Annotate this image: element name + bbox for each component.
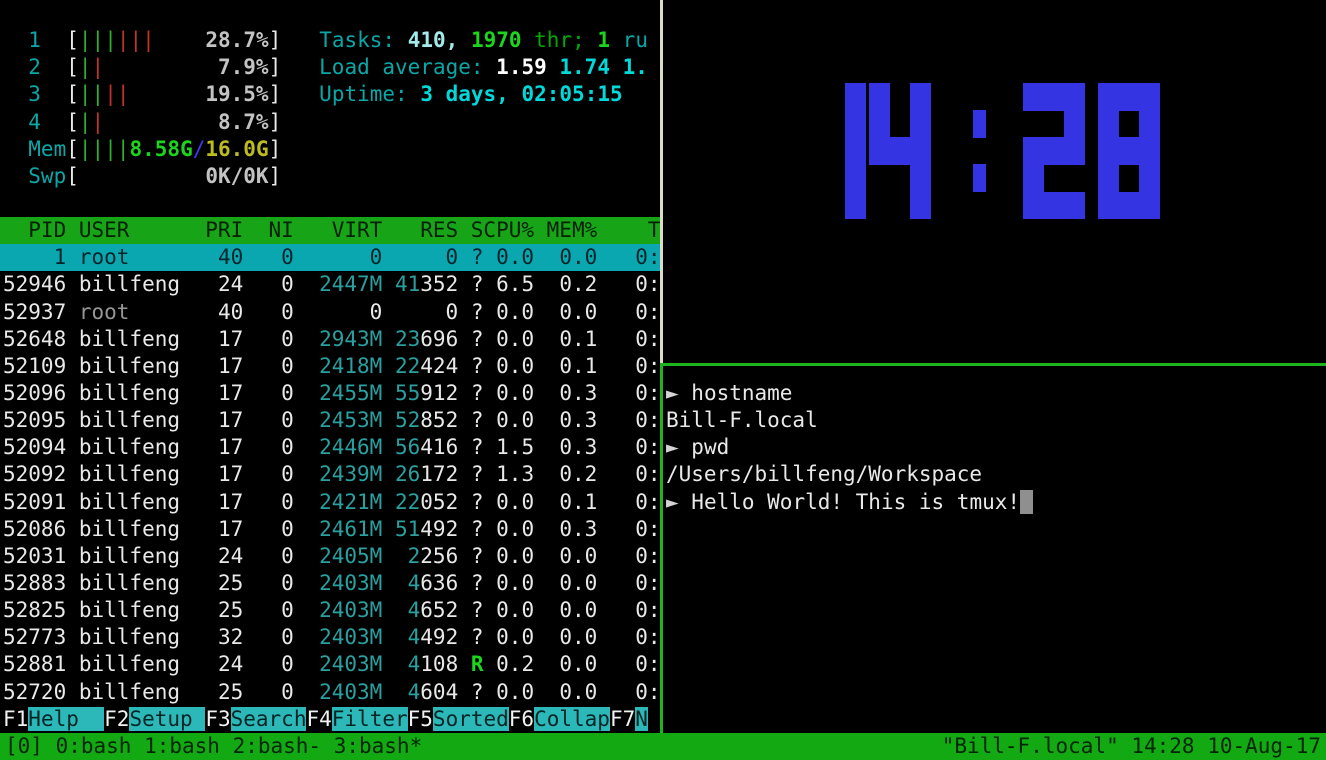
process-row-pid-52096[interactable]: 52096 billfeng 17 0 2455M 55912 ? 0.0 0.…: [0, 380, 661, 407]
shell-command-line: ► pwd: [663, 434, 729, 461]
clock-digit-block: [1023, 137, 1044, 165]
memory-meter: Mem[||||8.58G/16.0G]: [0, 136, 281, 163]
clock-digit-block: [1023, 192, 1044, 220]
clock-digit-block: [973, 164, 986, 192]
pane-border-vertical-active: [660, 363, 663, 733]
clock-digit-block: [1139, 164, 1160, 192]
clock-digit-block: [910, 192, 931, 220]
clock-digit-block: [1098, 110, 1119, 138]
clock-digit-block: [1098, 137, 1119, 165]
pane-border-horizontal-active: [663, 363, 1326, 366]
clock-digit-block: [1064, 110, 1085, 138]
clock-digit-block: [1119, 192, 1140, 220]
process-row-pid-1[interactable]: 1 root 40 0 0 0 ? 0.0 0.0 0:: [0, 244, 663, 271]
htop-fkey-bar: F1Help F2Setup F3SearchF4FilterF5SortedF…: [0, 706, 648, 733]
shell-output-line: Bill-F.local: [663, 407, 818, 434]
fkey-F6[interactable]: F6Collap: [509, 707, 610, 731]
clock-digit-block: [1139, 192, 1160, 220]
fkey-F1[interactable]: F1Help: [3, 707, 104, 731]
clock-digit-block: [1023, 83, 1044, 111]
process-row-pid-52031[interactable]: 52031 billfeng 24 0 2405M 2256 ? 0.0 0.0…: [0, 543, 661, 570]
process-row-pid-52094[interactable]: 52094 billfeng 17 0 2446M 56416 ? 1.5 0.…: [0, 434, 661, 461]
process-row-pid-52091[interactable]: 52091 billfeng 17 0 2421M 22052 ? 0.0 0.…: [0, 489, 661, 516]
clock-digit-block: [1044, 192, 1065, 220]
process-row-pid-52825[interactable]: 52825 billfeng 25 0 2403M 4652 ? 0.0 0.0…: [0, 597, 661, 624]
process-row-pid-52883[interactable]: 52883 billfeng 25 0 2403M 4636 ? 0.0 0.0…: [0, 570, 661, 597]
clock-digit-block: [1044, 137, 1065, 165]
process-row-pid-52881[interactable]: 52881 billfeng 24 0 2403M 4108 R 0.2 0.0…: [0, 651, 661, 678]
tmux-terminal-screen: 1 [|||||| 28.7%] Tasks: 410, 1970 thr; 1…: [0, 0, 1326, 760]
clock-digit-block: [1098, 164, 1119, 192]
process-row-pid-52720[interactable]: 52720 billfeng 25 0 2403M 4604 ? 0.0 0.0…: [0, 679, 661, 706]
shell-output-line: /Users/billfeng/Workspace: [663, 461, 982, 488]
clock-digit-block: [845, 192, 866, 220]
shell-command-line: ► hostname: [663, 380, 792, 407]
clock-digit-block: [1064, 137, 1085, 165]
fkey-F5[interactable]: F5Sorted: [408, 707, 509, 731]
process-row-pid-52773[interactable]: 52773 billfeng 32 0 2403M 4492 ? 0.0 0.0…: [0, 624, 661, 651]
clock-digit-block: [845, 83, 866, 111]
process-row-pid-52648[interactable]: 52648 billfeng 17 0 2943M 23696 ? 0.0 0.…: [0, 326, 661, 353]
clock-digit-block: [910, 110, 931, 138]
clock-digit-block: [869, 137, 890, 165]
swap-meter: Swp[ 0K/0K]: [0, 163, 281, 190]
clock-digit-block: [1064, 192, 1085, 220]
tmux-window-list[interactable]: [0] 0:bash 1:bash 2:bash- 3:bash*: [5, 733, 422, 760]
cpu-meter-3: 3 [|||| 19.5%] Uptime: 3 days, 02:05:15: [0, 81, 623, 108]
clock-digit-block: [1064, 83, 1085, 111]
shell-pane[interactable]: ► hostnameBill-F.local► pwd/Users/billfe…: [663, 366, 1326, 733]
clock-digit-block: [910, 164, 931, 192]
tmux-status-right: "Bill-F.local" 14:28 10-Aug-17: [942, 733, 1321, 760]
process-row-pid-52109[interactable]: 52109 billfeng 17 0 2418M 22424 ? 0.0 0.…: [0, 353, 661, 380]
fkey-F7[interactable]: F7N: [610, 707, 648, 731]
clock-digit-block: [1044, 83, 1065, 111]
process-row-pid-52946[interactable]: 52946 billfeng 24 0 2447M 41352 ? 6.5 0.…: [0, 271, 661, 298]
clock-digit-block: [1119, 83, 1140, 111]
shell-command-line: ► Hello World! This is tmux!: [663, 489, 1033, 516]
process-table-header[interactable]: PID USER PRI NI VIRT RES SCPU% MEM% T: [0, 217, 663, 244]
cpu-meter-1: 1 [|||||| 28.7%] Tasks: 410, 1970 thr; 1…: [0, 27, 648, 54]
clock-digit-block: [845, 110, 866, 138]
cpu-meter-4: 4 [|| 8.7%]: [0, 109, 281, 136]
clock-digit-block: [845, 164, 866, 192]
process-row-pid-52092[interactable]: 52092 billfeng 17 0 2439M 26172 ? 1.3 0.…: [0, 461, 661, 488]
clock-digit-block: [1098, 83, 1119, 111]
clock-digit-block: [973, 110, 986, 138]
terminal-cursor: [1020, 490, 1033, 514]
clock-digit-block: [910, 83, 931, 111]
pane-border-vertical-inactive: [660, 0, 663, 363]
clock-digit-block: [1139, 137, 1160, 165]
fkey-F2[interactable]: F2Setup: [104, 707, 205, 731]
clock-digit-block: [1023, 164, 1044, 192]
htop-pane[interactable]: 1 [|||||| 28.7%] Tasks: 410, 1970 thr; 1…: [0, 0, 660, 733]
clock-digit-block: [890, 137, 911, 165]
clock-digit-block: [869, 83, 890, 111]
clock-digit-block: [1139, 83, 1160, 111]
process-row-pid-52937[interactable]: 52937 root 40 0 0 0 ? 0.0 0.0 0:: [0, 299, 661, 326]
process-row-pid-52095[interactable]: 52095 billfeng 17 0 2453M 52852 ? 0.0 0.…: [0, 407, 661, 434]
clock-digit-block: [1098, 192, 1119, 220]
tmux-status-bar: [0] 0:bash 1:bash 2:bash- 3:bash* "Bill-…: [0, 733, 1326, 760]
fkey-F4[interactable]: F4Filter: [306, 707, 407, 731]
cpu-meter-2: 2 [|| 7.9%] Load average: 1.59 1.74 1.: [0, 54, 648, 81]
clock-digit-block: [1119, 137, 1140, 165]
fkey-F3[interactable]: F3Search: [205, 707, 306, 731]
clock-digit-block: [845, 137, 866, 165]
clock-digit-block: [1139, 110, 1160, 138]
clock-digit-block: [910, 137, 931, 165]
clock-pane[interactable]: [663, 0, 1326, 363]
clock-digit-block: [869, 110, 890, 138]
process-row-pid-52086[interactable]: 52086 billfeng 17 0 2461M 51492 ? 0.0 0.…: [0, 516, 661, 543]
